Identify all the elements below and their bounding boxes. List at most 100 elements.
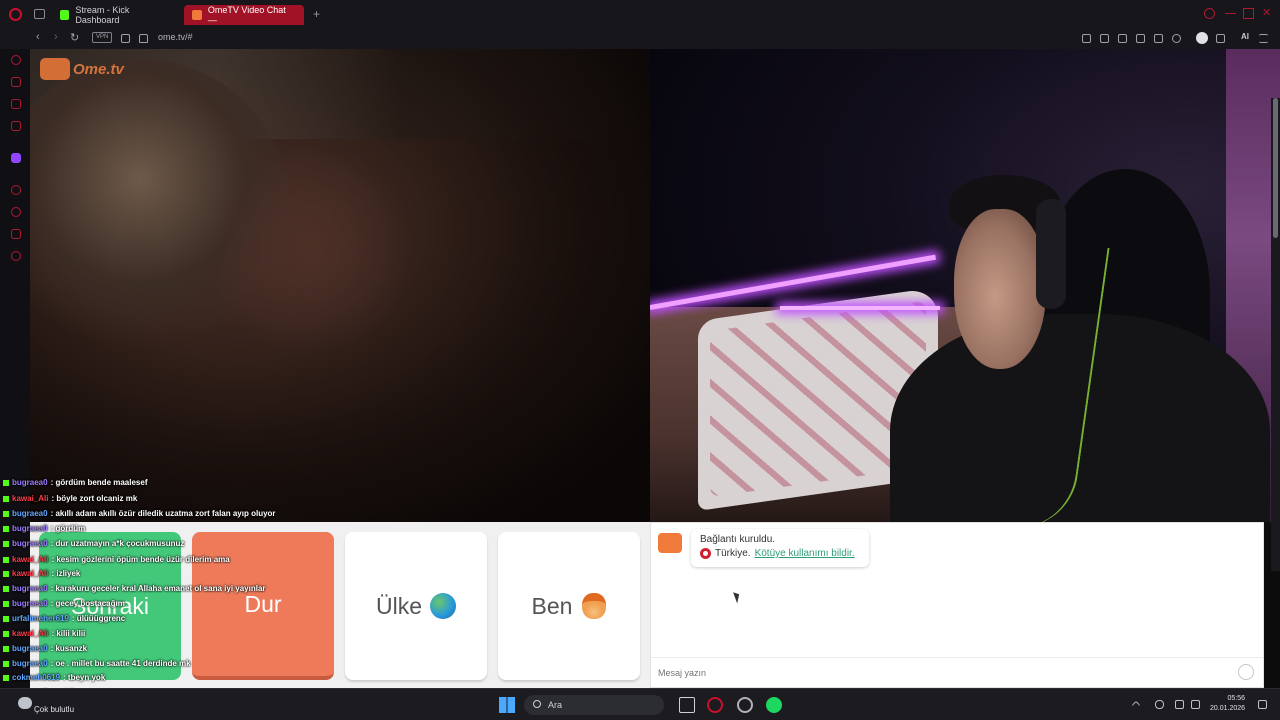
chat-username: bugraea0 bbox=[12, 509, 48, 518]
chat-username: bugraea0 bbox=[12, 524, 48, 533]
report-abuse-link[interactable]: Kötüye kullanımı bildir. bbox=[755, 548, 855, 559]
country-line: Türkiye. Kötüye kullanımı bildir. bbox=[700, 548, 860, 559]
windows-start-icon[interactable] bbox=[499, 697, 515, 713]
chat-message: : gördüm bende maalesef bbox=[50, 478, 148, 487]
kick-badge-icon bbox=[3, 660, 9, 667]
sidebar-settings-icon[interactable] bbox=[11, 251, 21, 261]
download-icon[interactable] bbox=[1216, 34, 1225, 43]
chat-message: : karakuru geceler kral Allaha emanet ol… bbox=[50, 584, 266, 593]
chat-username: kawai_Ali bbox=[12, 629, 49, 638]
stream-chat-overlay: bugraea0: gördüm bende maalesef kawai_Al… bbox=[0, 478, 320, 700]
notification-icon[interactable] bbox=[1258, 700, 1267, 709]
ometv-logo-icon bbox=[40, 58, 70, 80]
kick-badge-icon bbox=[3, 540, 9, 547]
chat-message: : oe . millet bu saatte 41 derdinde mk bbox=[50, 659, 191, 668]
chat-username: bugraea0 bbox=[12, 659, 48, 668]
camera-icon[interactable] bbox=[121, 34, 130, 43]
emoji-icon[interactable] bbox=[1238, 664, 1254, 680]
opera-logo-icon[interactable] bbox=[9, 8, 22, 21]
clock[interactable]: 05:56 20.01.2026 bbox=[1210, 694, 1245, 714]
obs-taskbar-icon[interactable] bbox=[737, 697, 753, 713]
url-field[interactable]: ome.tv/# bbox=[158, 32, 193, 42]
adblock-shield-icon[interactable] bbox=[1118, 34, 1127, 43]
chat-line: kawai_Ali: böyle zort olcaniz mk bbox=[3, 494, 137, 503]
back-icon[interactable]: ‹ bbox=[36, 31, 40, 43]
taskbar-search-label: Ara bbox=[548, 700, 563, 710]
translate-icon[interactable] bbox=[1136, 34, 1145, 43]
aria-ai-button[interactable]: AI bbox=[1241, 32, 1249, 41]
turkey-flag-icon bbox=[700, 548, 711, 559]
chat-message: : böyle zort olcaniz mk bbox=[51, 494, 138, 503]
chat-line: bugraea0: gördüm bbox=[3, 524, 85, 533]
tab-ometv[interactable]: OmeTV Video Chat — bbox=[184, 5, 304, 25]
scrollbar-thumb[interactable] bbox=[1273, 98, 1278, 238]
stranger-video: Ome.tv bbox=[30, 49, 650, 522]
forward-icon[interactable]: › bbox=[54, 31, 58, 43]
tab-kick-dashboard[interactable]: Stream - Kick Dashboard bbox=[52, 5, 178, 25]
message-input[interactable] bbox=[658, 665, 1218, 681]
sidebar-messenger-icon[interactable] bbox=[11, 99, 21, 109]
chat-username: kawai_Ali bbox=[12, 569, 49, 578]
weather-label[interactable]: Çok bulutlu bbox=[34, 705, 74, 714]
cloud-icon[interactable] bbox=[18, 697, 32, 709]
sidebar-pinboard-icon[interactable] bbox=[11, 229, 21, 239]
chat-username: cokmeh0619 bbox=[12, 673, 61, 682]
microphone-icon[interactable] bbox=[1155, 700, 1164, 709]
chat-line: cokmeh0619: tbeyn yok bbox=[3, 673, 105, 682]
chat-message: : tbeyn yok bbox=[63, 673, 106, 682]
kick-favicon-icon bbox=[60, 10, 70, 20]
profile-avatar-icon[interactable] bbox=[1196, 32, 1208, 44]
maximize-icon[interactable] bbox=[1243, 8, 1254, 19]
bookmark-icon[interactable] bbox=[1082, 34, 1091, 43]
volume-icon[interactable] bbox=[1191, 700, 1200, 709]
heart-icon[interactable] bbox=[1172, 34, 1181, 43]
opera-taskbar-icon[interactable] bbox=[707, 697, 723, 713]
windows-taskbar: Çok bulutlu Ara 05:56 20.01.2026 bbox=[0, 688, 1280, 720]
me-button-label: Ben bbox=[531, 592, 573, 619]
kick-badge-icon bbox=[3, 630, 9, 637]
chat-username: bugraea0 bbox=[12, 584, 48, 593]
snapshot-icon[interactable] bbox=[1100, 34, 1109, 43]
search-icon bbox=[533, 700, 541, 708]
chat-message: : kusanzk bbox=[50, 644, 88, 653]
sidebar-twitch-icon[interactable] bbox=[11, 153, 21, 163]
country-button[interactable]: Ülke bbox=[345, 532, 487, 680]
self-webcam-video bbox=[650, 49, 1280, 522]
spotify-taskbar-icon[interactable] bbox=[766, 697, 782, 713]
reload-icon[interactable]: ↻ bbox=[70, 31, 79, 44]
menu-icon[interactable] bbox=[1259, 34, 1268, 43]
new-tab-plus-icon[interactable]: + bbox=[313, 7, 320, 21]
chat-line: bugraea0: oe . millet bu saatte 41 derdi… bbox=[3, 659, 191, 668]
chat-line: bugraea0: gecey bostacağım bbox=[3, 599, 125, 608]
taskbar-search[interactable]: Ara bbox=[524, 695, 664, 715]
close-window-icon[interactable]: ✕ bbox=[1262, 8, 1273, 19]
ometv-logo: Ome.tv bbox=[40, 58, 124, 80]
chat-message: : kilii kilii bbox=[51, 629, 86, 638]
neon-light-strip-2 bbox=[780, 306, 940, 310]
minimize-icon[interactable] bbox=[1225, 8, 1236, 14]
chat-username: bugraea0 bbox=[12, 599, 48, 608]
sidebar-history-icon[interactable] bbox=[11, 207, 21, 217]
me-button[interactable]: Ben bbox=[498, 532, 640, 680]
chat-line: kawai_Ali: kesim gözlerini öpüm bende üz… bbox=[3, 555, 230, 564]
chat-message: : akıllı adam akıllı özür diledik uzatma… bbox=[50, 509, 276, 518]
send-icon[interactable] bbox=[1154, 34, 1163, 43]
sidebar-gmail-icon[interactable] bbox=[11, 121, 21, 131]
kick-badge-icon bbox=[3, 495, 9, 502]
kick-badge-icon bbox=[3, 525, 9, 532]
workspaces-icon[interactable] bbox=[34, 9, 45, 19]
page-scrollbar[interactable] bbox=[1271, 98, 1280, 571]
search-tabs-icon[interactable] bbox=[1204, 8, 1215, 19]
address-bar: ‹ › ↻ VPN ome.tv/# AI bbox=[0, 28, 1280, 49]
sidebar-aria-icon[interactable] bbox=[11, 55, 21, 65]
clock-date: 20.01.2026 bbox=[1210, 705, 1246, 712]
screen: Stream - Kick Dashboard OmeTV Video Chat… bbox=[0, 0, 1280, 720]
task-view-icon[interactable] bbox=[679, 697, 695, 713]
sidebar-player-icon[interactable] bbox=[11, 185, 21, 195]
vpn-badge[interactable]: VPN bbox=[92, 32, 113, 43]
chat-line: bugraea0: kusanzk bbox=[3, 644, 87, 653]
network-icon[interactable] bbox=[1175, 700, 1184, 709]
sidebar-extensions-icon[interactable] bbox=[11, 77, 21, 87]
tray-chevron-icon[interactable] bbox=[1131, 700, 1141, 710]
chat-username: bugraea0 bbox=[12, 478, 48, 487]
